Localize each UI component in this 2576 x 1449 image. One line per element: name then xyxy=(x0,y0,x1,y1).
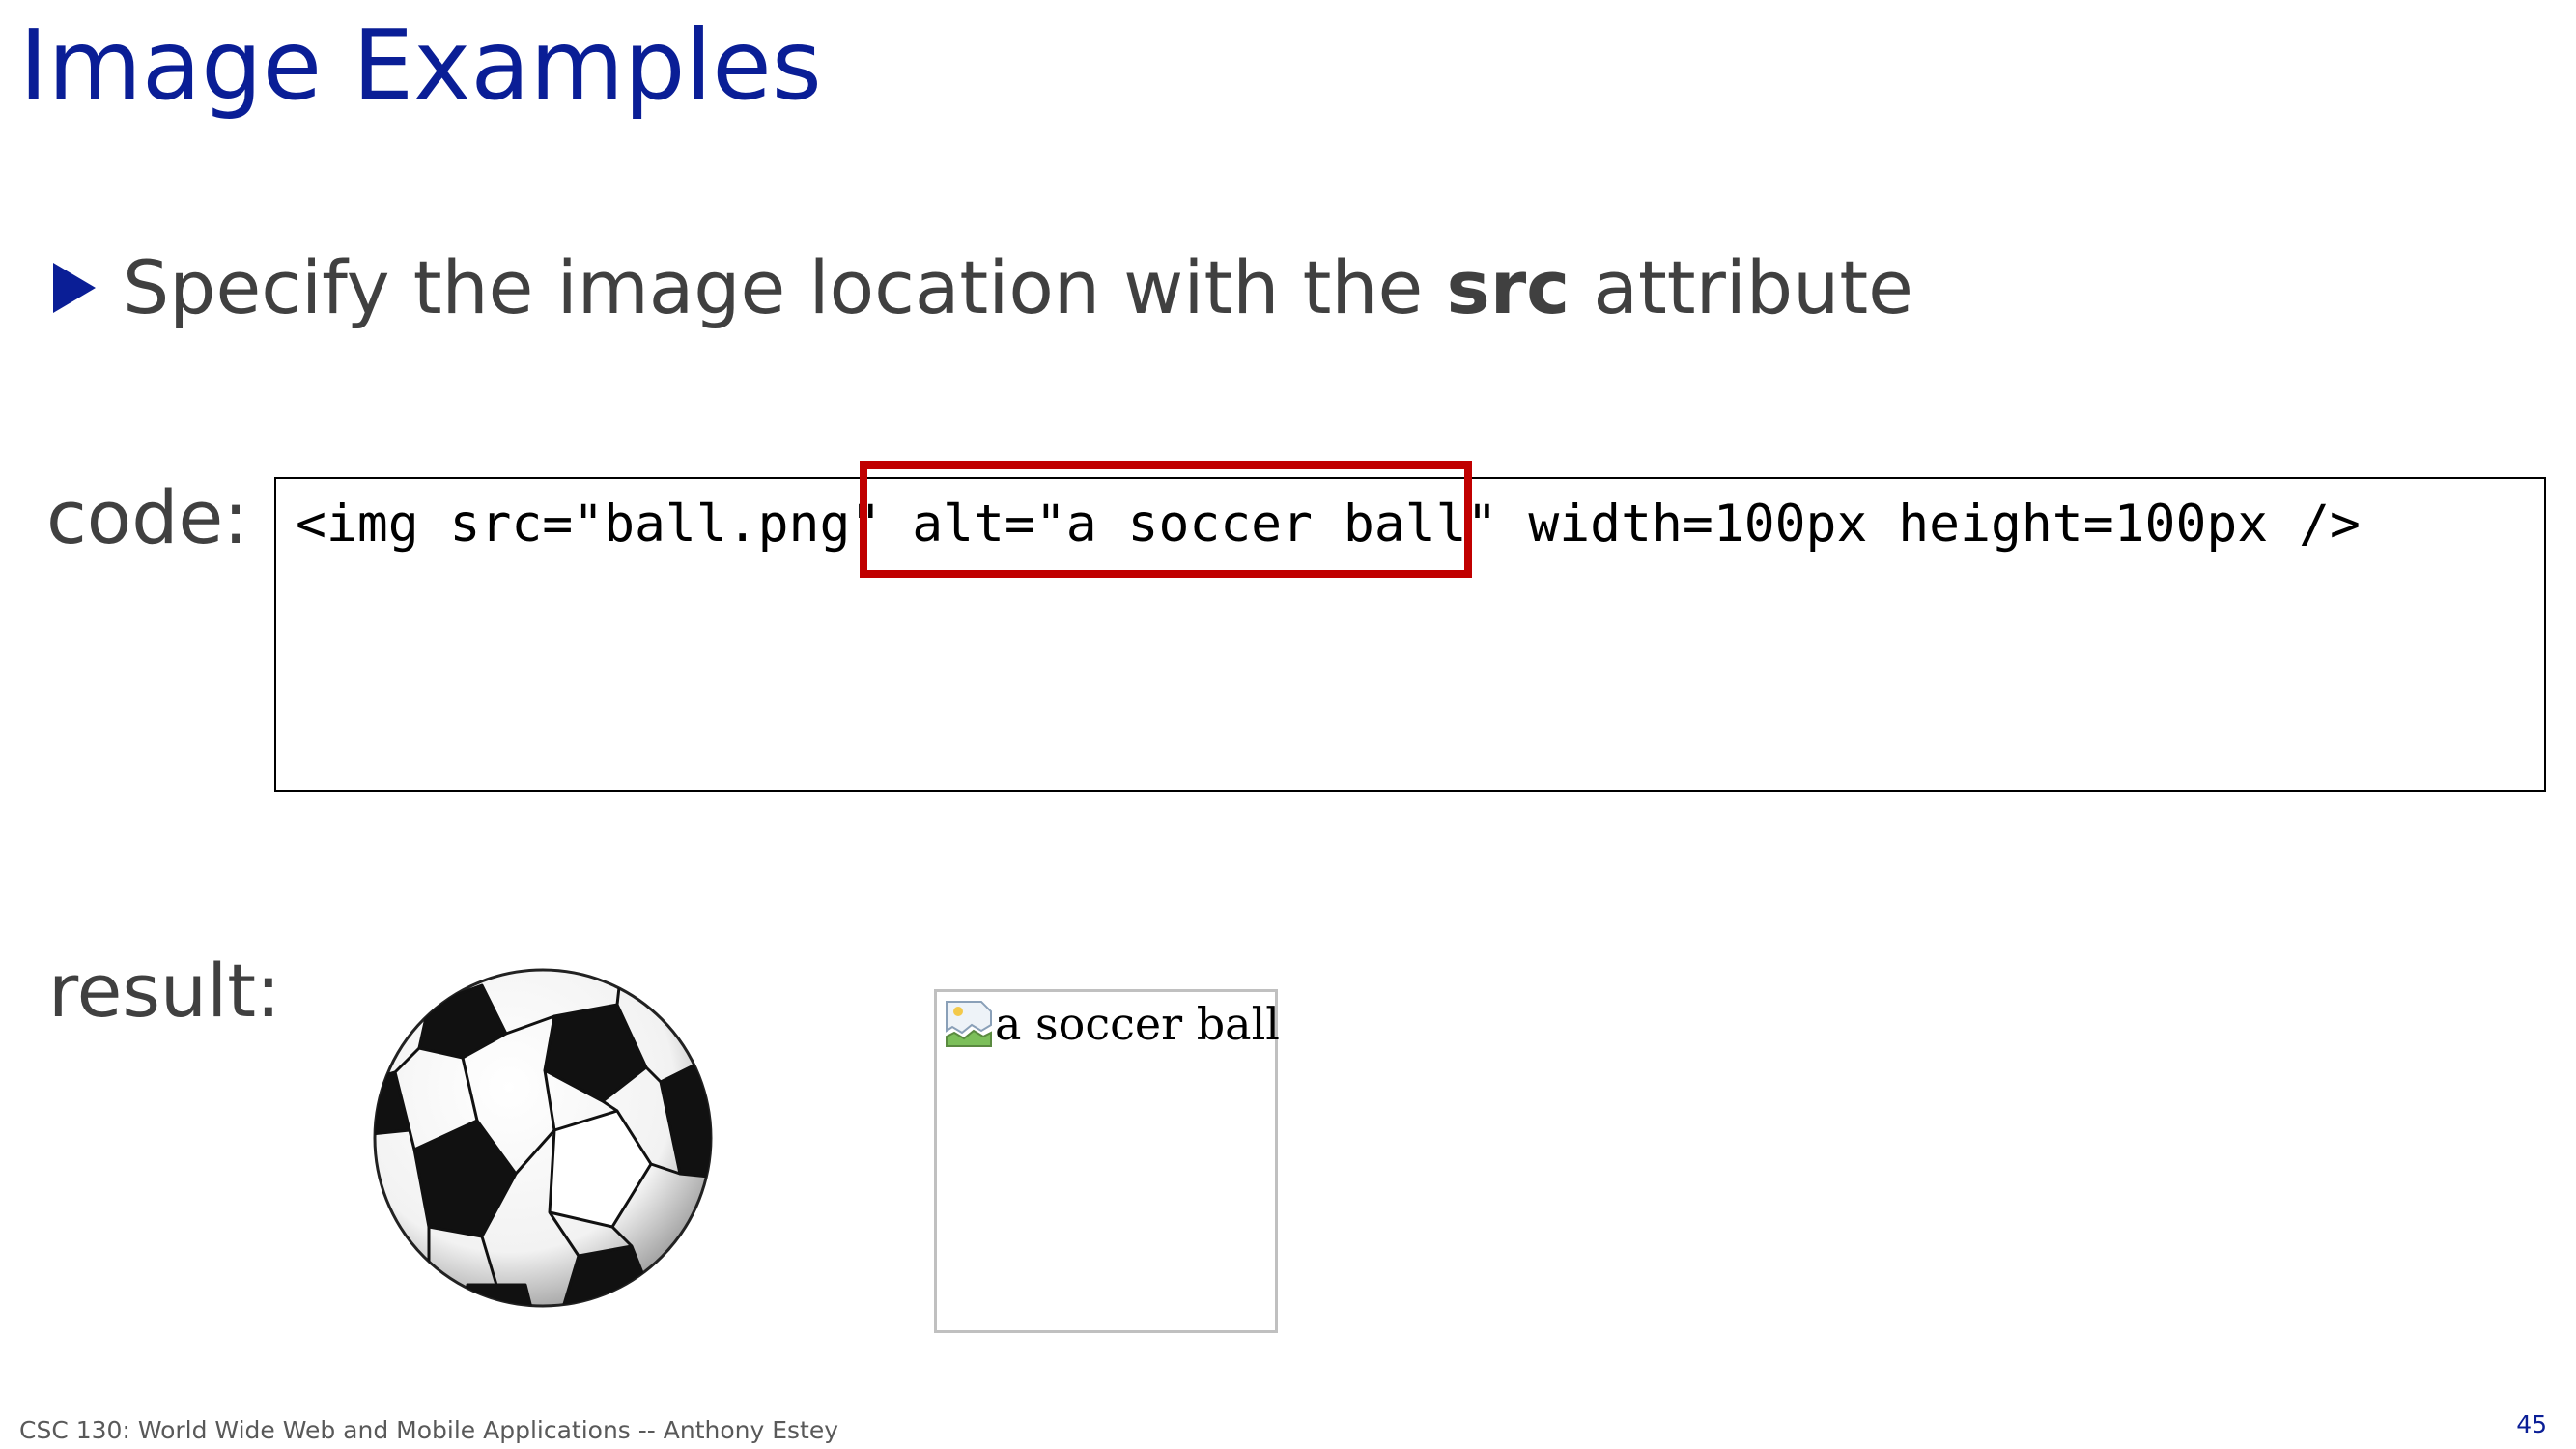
slide-title: Image Examples xyxy=(19,9,822,122)
code-segment-size: width=100px height=100px /> xyxy=(1497,495,2361,554)
soccer-ball-icon xyxy=(373,968,713,1308)
bullet-text: Specify the image location with the src … xyxy=(123,251,1913,325)
result-label: result: xyxy=(48,948,281,1034)
bullet-triangle-icon xyxy=(53,263,96,313)
code-segment-tag: <img src="ball.png" xyxy=(296,495,913,554)
soccer-ball-image xyxy=(371,966,715,1310)
bullet-text-before: Specify the image location with the xyxy=(123,244,1447,330)
code-label: code: xyxy=(46,474,248,560)
broken-image-placeholder: a soccer ball xyxy=(934,989,1281,1333)
bullet-bold-term: src xyxy=(1446,244,1571,330)
image-alt-text: a soccer ball xyxy=(995,998,1281,1050)
broken-image-icon xyxy=(946,1001,992,1047)
page-number: 45 xyxy=(2516,1410,2547,1438)
slide-footer: CSC 130: World Wide Web and Mobile Appli… xyxy=(19,1416,839,1444)
alt-attribute-highlight xyxy=(860,461,1472,578)
bullet-item: Specify the image location with the src … xyxy=(53,240,1913,336)
bullet-text-after: attribute xyxy=(1570,244,1913,330)
